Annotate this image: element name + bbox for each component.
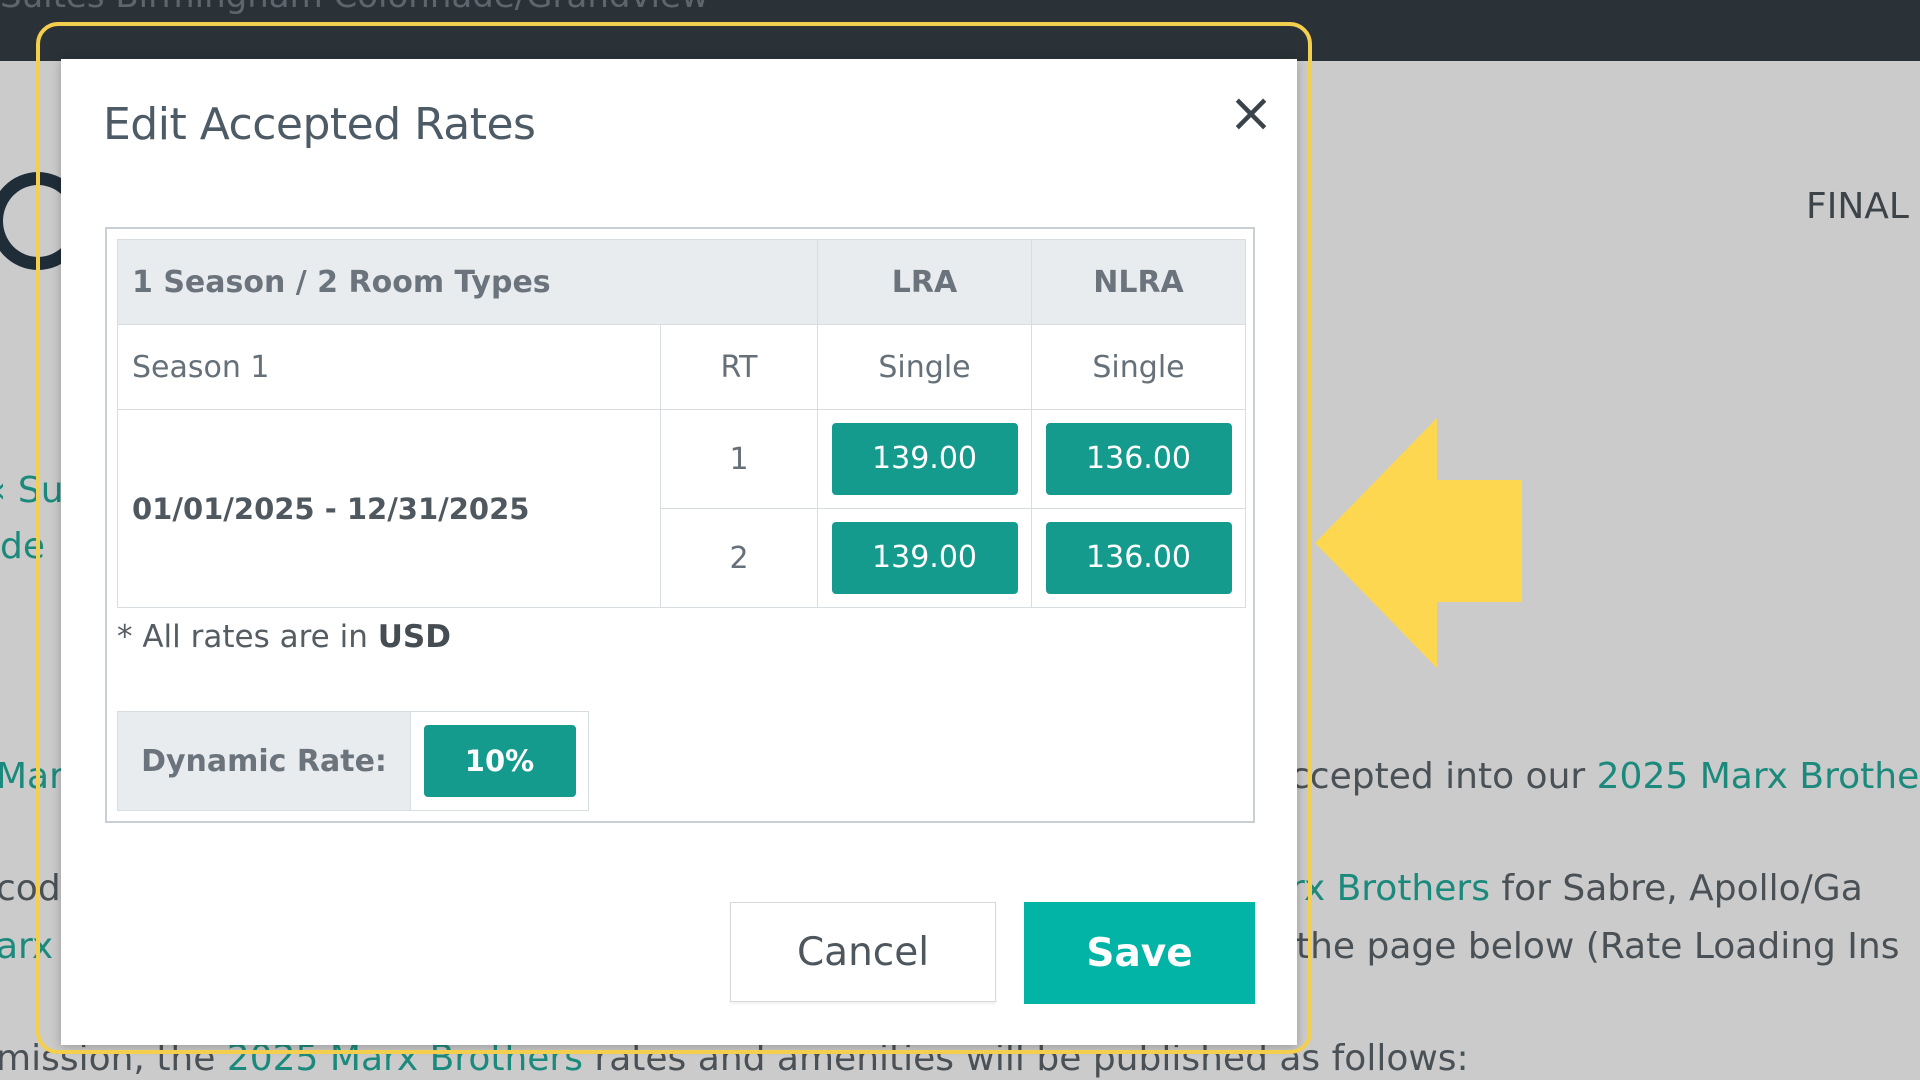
dynamic-rate-button[interactable]: 10% (423, 725, 576, 797)
currency-note-text: * All rates are in (117, 619, 378, 655)
rates-table: 1 Season / 2 Room Types LRA NLRA Season … (116, 239, 1247, 608)
program-link[interactable]: 2025 Marx Brothe (1597, 756, 1920, 797)
paragraph-text: ccepted into our (1290, 756, 1597, 797)
dynamic-rate-box: Dynamic Rate: 10% (117, 711, 589, 811)
cancel-button[interactable]: Cancel (730, 902, 996, 1002)
nlra-occupancy-label: Single (1031, 324, 1247, 410)
status-label: FINAL (1806, 186, 1909, 227)
top-bar: Suites Birmingham Colonnade/Grandview (0, 0, 1920, 61)
paragraph-gds: rx Brothers for Sabre, Apollo/Ga (1290, 868, 1863, 909)
pointer-arrow-icon (1315, 418, 1522, 668)
room-type-number: 2 (659, 508, 819, 608)
dynamic-rate-value-cell: 10% (411, 712, 588, 810)
nlra-rate-cell: 136.00 (1031, 409, 1247, 509)
table-subheader-row: Season 1 RT Single Single (117, 324, 1247, 410)
close-icon[interactable]: × (1221, 83, 1281, 143)
season-summary-header: 1 Season / 2 Room Types (116, 239, 819, 325)
left-link-fragment[interactable]: de (0, 526, 45, 567)
left-link-fragment[interactable]: ‹ Su (0, 470, 64, 511)
left-link-fragment[interactable]: Mar (0, 756, 64, 797)
lra-rate-cell: 139.00 (817, 508, 1033, 608)
table-header-row: 1 Season / 2 Room Types LRA NLRA (116, 239, 1247, 325)
edit-accepted-rates-modal: Edit Accepted Rates × 1 Season / 2 Room … (61, 59, 1297, 1045)
season-label: Season 1 (117, 324, 661, 410)
paragraph-text: for Sabre, Apollo/Ga (1489, 868, 1863, 909)
paragraph-accepted: ccepted into our 2025 Marx Brothe (1290, 756, 1919, 797)
nlra-rate-button[interactable]: 136.00 (1045, 423, 1232, 495)
nlra-rate-button[interactable]: 136.00 (1045, 522, 1232, 594)
paragraph-rate-loading: the page below (Rate Loading Ins (1296, 926, 1900, 967)
left-text-fragment: cod (0, 868, 61, 909)
currency-note: * All rates are in USD (117, 619, 451, 655)
nlra-rate-cell: 136.00 (1031, 508, 1247, 608)
nlra-column-header: NLRA (1031, 239, 1247, 325)
modal-title: Edit Accepted Rates (103, 99, 536, 150)
rates-panel: 1 Season / 2 Room Types LRA NLRA Season … (105, 227, 1255, 823)
lra-rate-cell: 139.00 (817, 409, 1033, 509)
save-button[interactable]: Save (1024, 902, 1255, 1004)
table-row: 01/01/2025 - 12/31/2025 1 139.00 136.00 (117, 409, 1247, 608)
lra-column-header: LRA (817, 239, 1033, 325)
lra-rate-button[interactable]: 139.00 (831, 522, 1018, 594)
season-date-range: 01/01/2025 - 12/31/2025 (117, 409, 661, 608)
rt-column-header: RT (659, 324, 819, 410)
lra-occupancy-label: Single (817, 324, 1033, 410)
hotel-title: Suites Birmingham Colonnade/Grandview (0, 0, 709, 16)
room-type-number: 1 (659, 409, 819, 509)
left-link-fragment[interactable]: arx (0, 926, 53, 967)
lra-rate-button[interactable]: 139.00 (831, 423, 1018, 495)
program-link[interactable]: rx Brothers (1290, 868, 1490, 909)
currency-code: USD (377, 619, 451, 655)
dynamic-rate-label: Dynamic Rate: (118, 712, 411, 810)
